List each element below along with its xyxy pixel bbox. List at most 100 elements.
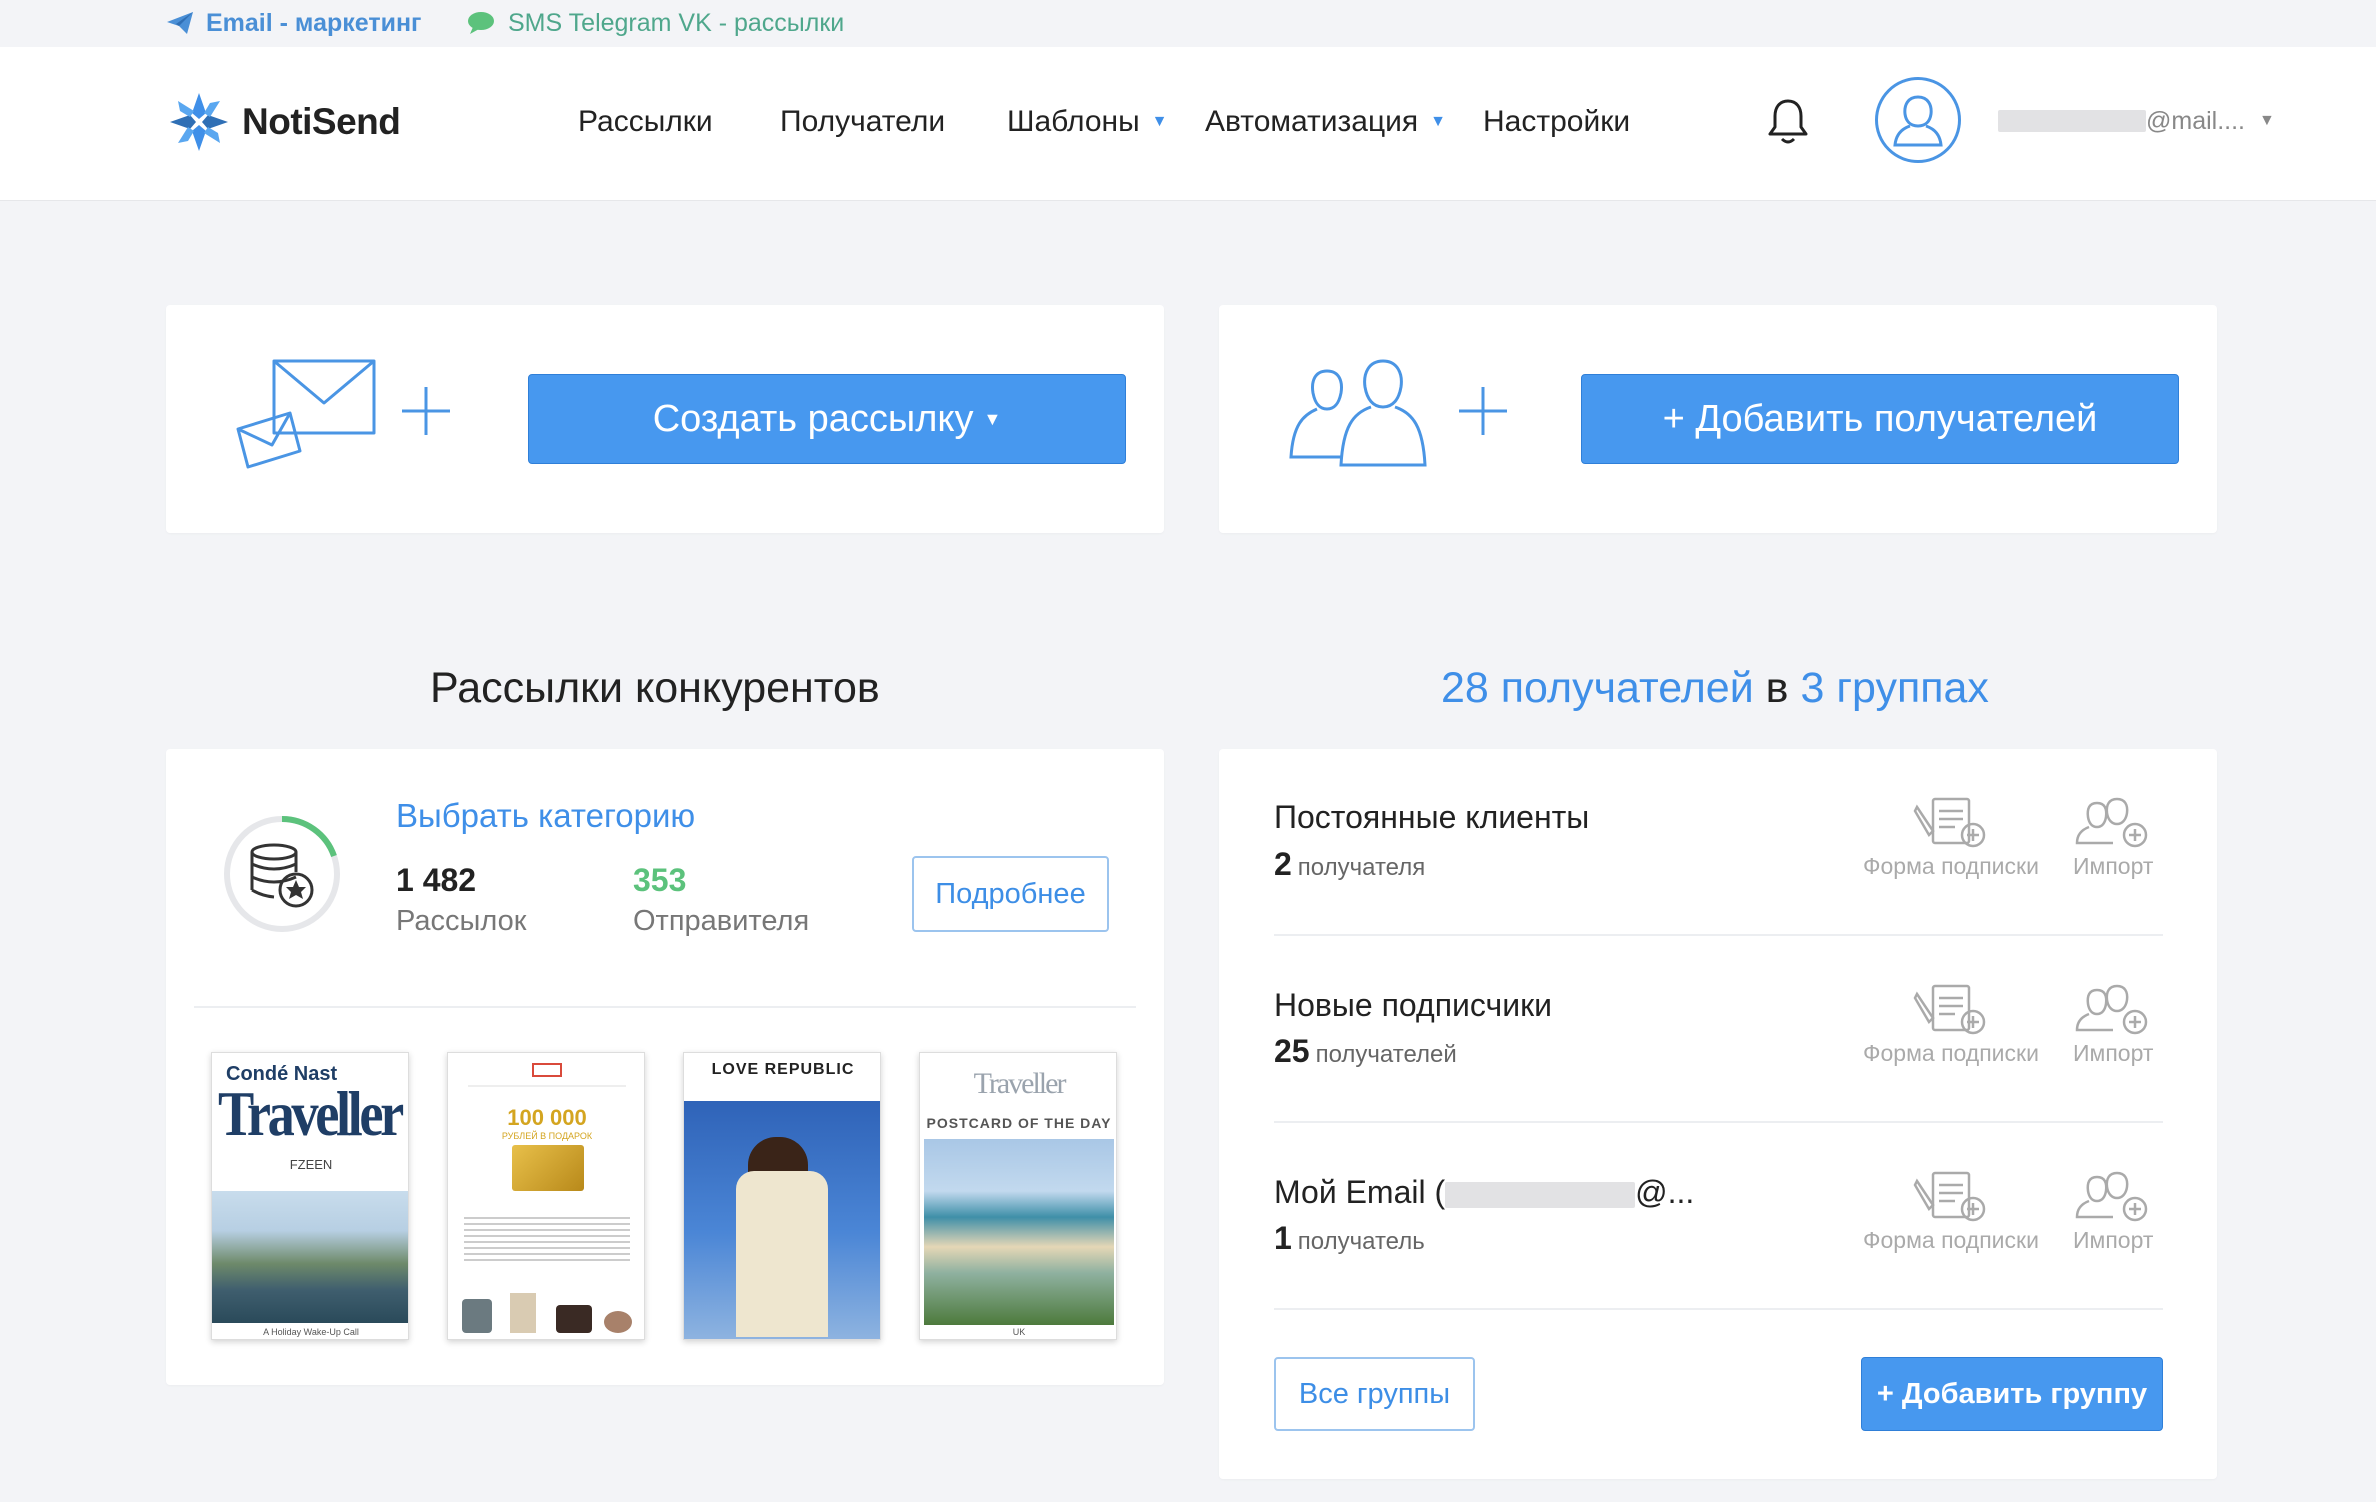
campaigns-count: 1 482	[396, 862, 477, 898]
add-recipients-button[interactable]: + Добавить получателей	[1581, 374, 2179, 464]
subscribe-form-label: Форма подписки	[1863, 853, 2039, 879]
thumb-photo	[924, 1139, 1114, 1325]
nav-templates[interactable]: Шаблоны ▼	[1007, 97, 1168, 147]
choose-category-link[interactable]: Выбрать категорию	[396, 797, 695, 835]
nav-recipients-label: Получатели	[780, 105, 946, 138]
competitor-thumbnail[interactable]: LOVE REPUBLIC	[683, 1052, 881, 1340]
campaigns-label: Рассылок	[396, 905, 527, 937]
nav-campaigns-label: Рассылки	[578, 105, 713, 138]
group-count-number: 2	[1274, 846, 1292, 882]
add-group-button[interactable]: + Добавить группу	[1861, 1357, 2163, 1431]
database-star-icon	[224, 816, 340, 932]
competitor-thumbnail[interactable]: Traveller POSTCARD OF THE DAY UK	[919, 1052, 1117, 1340]
nav-recipients[interactable]: Получатели	[780, 97, 945, 147]
group-name[interactable]: Новые подписчики	[1274, 987, 1552, 1024]
chevron-down-icon: ▼	[1151, 113, 1168, 130]
import-users-icon	[2075, 797, 2148, 848]
thumb-text-lines	[464, 1213, 630, 1263]
thumb-brand: Traveller	[973, 1067, 1067, 1100]
subscribe-form-icon	[1913, 1171, 1986, 1222]
recipients-count-link[interactable]: 28 получателей	[1441, 664, 1754, 712]
group-count-unit: получатель	[1297, 1228, 1425, 1255]
competitor-thumbnail[interactable]: Condé Nast Traveller FZEEN A Holiday Wak…	[211, 1052, 409, 1340]
logo-text: NotiSend	[242, 101, 401, 142]
thumb-headline: 100 000	[507, 1105, 587, 1130]
group-name-prefix: Мой Email (	[1274, 1174, 1446, 1210]
add-recipients-card: + Добавить получателей	[1219, 305, 2217, 533]
thumb-figure-coat	[736, 1171, 828, 1337]
logo[interactable]: NotiSend	[166, 85, 401, 159]
nav-settings-label: Настройки	[1483, 105, 1631, 138]
create-campaign-button[interactable]: Создать рассылку ▼	[528, 374, 1126, 464]
notisend-logo-icon	[170, 93, 228, 151]
group-count-unit: получателей	[1315, 1041, 1457, 1068]
group-name-suffix: @...	[1635, 1174, 1695, 1210]
thumb-title: POSTCARD OF THE DAY	[926, 1115, 1112, 1131]
thumb-caption: A Holiday Wake-Up Call	[263, 1327, 359, 1337]
email-marketing-link[interactable]: Email - маркетинг	[166, 6, 421, 40]
chevron-down-icon: ▼	[1430, 113, 1446, 130]
senders-label: Отправителя	[633, 905, 810, 937]
subscribe-form-icon	[1913, 797, 1986, 848]
groups-count-link[interactable]: 3 группах	[1800, 664, 1988, 712]
sms-messaging-label: SMS Telegram VK - рассылки	[508, 8, 845, 37]
group-count: 25 получателей	[1274, 1033, 1457, 1070]
competitor-thumbnail[interactable]: 100 000 РУБЛЕЙ В ПОДАРОК	[447, 1052, 645, 1340]
subscribe-form-action[interactable]: Форма подписки	[1863, 982, 2039, 1067]
avatar[interactable]	[1875, 77, 1961, 163]
import-action[interactable]: Импорт	[2073, 795, 2153, 880]
thumb-product	[462, 1299, 492, 1333]
more-details-button[interactable]: Подробнее	[912, 856, 1109, 932]
group-count: 2 получателя	[1274, 846, 1425, 883]
thumb-product	[510, 1293, 536, 1333]
group-name[interactable]: Постоянные клиенты	[1274, 799, 1589, 836]
user-icon	[1893, 95, 1943, 147]
group-count-unit: получателя	[1297, 854, 1426, 881]
nav-campaigns[interactable]: Рассылки	[578, 97, 713, 147]
thumb-product	[604, 1311, 632, 1333]
notifications-bell-icon[interactable]	[1766, 97, 1810, 147]
import-label: Импорт	[2073, 1040, 2154, 1066]
chevron-down-icon: ▼	[2259, 112, 2275, 129]
import-users-icon	[2075, 1171, 2148, 1222]
subscribe-form-action[interactable]: Форма подписки	[1863, 795, 2039, 880]
group-count-number: 25	[1274, 1033, 1310, 1069]
thumb-divider	[468, 1085, 626, 1087]
subscribe-form-label: Форма подписки	[1863, 1040, 2039, 1066]
import-action[interactable]: Импорт	[2073, 1169, 2153, 1254]
thumb-brand: LOVE REPUBLIC	[711, 1061, 855, 1078]
subscribe-form-icon	[1913, 984, 1986, 1035]
all-groups-button[interactable]: Все группы	[1274, 1357, 1475, 1431]
group-name[interactable]: Мой Email ( @...	[1274, 1174, 1694, 1211]
all-groups-label: Все группы	[1298, 1377, 1451, 1410]
divider	[1274, 1121, 2163, 1123]
import-action[interactable]: Импорт	[2073, 982, 2153, 1067]
users-add-icon	[1289, 359, 1507, 467]
summary-in: в	[1765, 664, 1789, 712]
nav-templates-label: Шаблоны	[1007, 105, 1140, 138]
account-email-suffix: @mail....	[2146, 106, 2245, 135]
thumb-product	[556, 1305, 592, 1333]
group-count-number: 1	[1274, 1220, 1292, 1256]
thumb-card-image	[512, 1145, 584, 1191]
nav-automation[interactable]: Автоматизация ▼	[1205, 97, 1446, 147]
thumb-caption: UK	[1012, 1327, 1026, 1337]
add-recipients-label: + Добавить получателей	[1662, 397, 2098, 440]
divider	[194, 1006, 1136, 1008]
divider	[1274, 1308, 2163, 1310]
group-count: 1 получатель	[1274, 1220, 1425, 1257]
sms-messaging-link[interactable]: SMS Telegram VK - рассылки	[466, 6, 844, 40]
paper-plane-icon	[167, 12, 193, 34]
email-marketing-label: Email - маркетинг	[206, 8, 422, 37]
chat-bubble-icon	[468, 12, 494, 34]
account-menu[interactable]: @mail.... ▼	[1998, 103, 2275, 139]
nav-settings[interactable]: Настройки	[1483, 97, 1630, 147]
subscribe-form-action[interactable]: Форма подписки	[1863, 1169, 2039, 1254]
senders-count: 353	[633, 862, 687, 898]
top-strip: Email - маркетинг SMS Telegram VK - расс…	[0, 0, 2376, 46]
thumb-sub: FZEEN	[289, 1157, 333, 1172]
thumb-photo	[212, 1191, 408, 1323]
envelope-add-icon	[236, 359, 450, 469]
thumb-sub: РУБЛЕЙ В ПОДАРОК	[501, 1131, 593, 1141]
import-label: Импорт	[2073, 853, 2154, 879]
